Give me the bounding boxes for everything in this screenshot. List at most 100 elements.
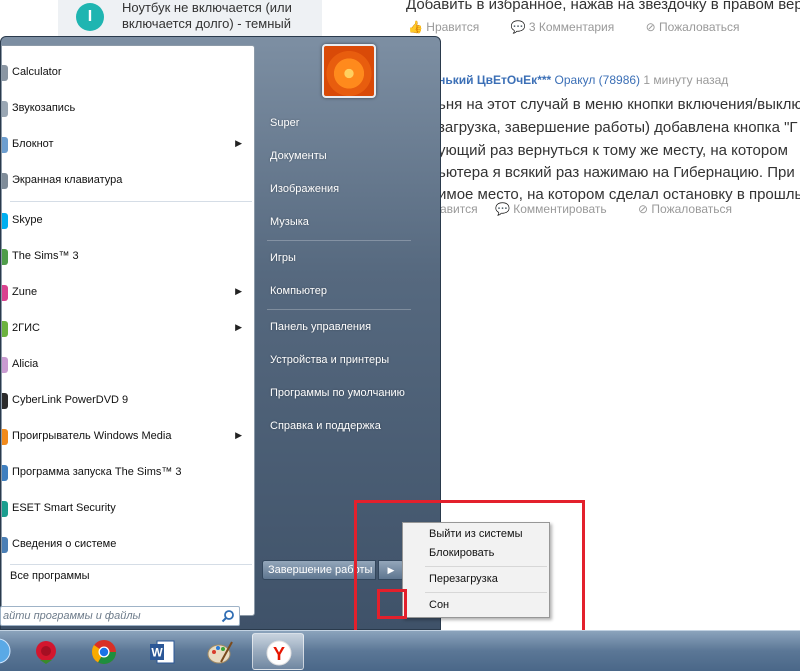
- right-item-games[interactable]: Игры: [270, 252, 296, 264]
- program-item[interactable]: CyberLink PowerDVD 9: [2, 384, 252, 418]
- zune-icon: [2, 285, 8, 301]
- search-box[interactable]: [0, 606, 240, 626]
- start-orb[interactable]: [0, 633, 14, 670]
- program-item[interactable]: Alicia: [2, 348, 252, 382]
- right-item-documents[interactable]: Документы: [270, 150, 327, 162]
- taskbar-item-active[interactable]: Y: [252, 633, 304, 670]
- media-player-icon: [2, 429, 8, 445]
- sims-launcher-icon: [2, 465, 8, 481]
- notification-line-1: Ноутбук не включается (или: [122, 0, 292, 15]
- report-label: Пожаловаться: [658, 20, 740, 34]
- program-item[interactable]: The Sims™ 3: [2, 240, 252, 274]
- program-item[interactable]: 2ГИС ▶: [2, 312, 252, 346]
- taskbar: W Y: [0, 630, 800, 671]
- reply-author-role: Оракул (78986): [554, 73, 641, 87]
- program-item[interactable]: Zune ▶: [2, 276, 252, 310]
- like-link[interactable]: авится: [440, 202, 478, 216]
- reply-text-line: имое место, на котором сделал остановку …: [438, 186, 800, 203]
- highlight-box: [354, 500, 585, 646]
- program-item[interactable]: Блокнот ▶: [2, 128, 252, 162]
- right-item-control-panel[interactable]: Панель управления: [270, 321, 371, 333]
- rose-app-icon: [36, 641, 56, 664]
- start-orb-icon: [0, 638, 11, 664]
- reply-actions: авится 💬 Комментировать ⊘ Пожаловаться: [440, 202, 760, 216]
- search-input[interactable]: [3, 609, 213, 623]
- highlight-box: [377, 589, 407, 619]
- paint-icon: [207, 641, 233, 664]
- program-item[interactable]: ESET Smart Security: [2, 492, 252, 526]
- notification-card[interactable]: I Ноутбук не включается (или включается …: [58, 0, 322, 40]
- report-link[interactable]: ⊘ Пожаловаться: [638, 202, 746, 216]
- taskbar-item[interactable]: [20, 633, 72, 670]
- report-link[interactable]: ⊘ Пожаловаться: [646, 20, 754, 34]
- program-label: Сведения о системе: [12, 538, 117, 550]
- programs-pane: Calculator Звукозапись Блокнот ▶ Экранная…: [0, 45, 255, 626]
- program-item[interactable]: Программа запуска The Sims™ 3: [2, 456, 252, 490]
- right-item-super[interactable]: Super: [270, 117, 299, 129]
- sims-icon: [2, 249, 8, 265]
- program-label: Экранная клавиатура: [12, 174, 123, 186]
- word-icon: W: [150, 640, 175, 664]
- program-item[interactable]: Сведения о системе: [2, 528, 252, 562]
- svg-text:Y: Y: [273, 644, 285, 664]
- right-item-help-support[interactable]: Справка и поддержка: [270, 420, 381, 432]
- 2gis-icon: [2, 321, 8, 337]
- program-label: Zune: [12, 286, 38, 298]
- program-label: Calculator: [12, 66, 62, 78]
- program-item[interactable]: Проигрыватель Windows Media ▶: [2, 420, 252, 454]
- program-label: The Sims™ 3: [12, 250, 79, 262]
- program-label: Звукозапись: [12, 102, 76, 114]
- submenu-arrow-icon: ▶: [235, 430, 242, 440]
- reply-text-line: ьютера я всякий раз нажимаю на Гибернаци…: [438, 164, 795, 181]
- calculator-icon: [2, 65, 8, 81]
- comments-label: 3 Комментария: [528, 20, 615, 34]
- program-label: 2ГИС: [12, 322, 40, 334]
- notification-line-2: включается долго) - темный: [122, 16, 291, 31]
- notification-text: Ноутбук не включается (или включается до…: [122, 0, 322, 32]
- chrome-icon: [91, 640, 116, 665]
- yandex-browser-icon: Y: [266, 640, 292, 666]
- taskbar-item[interactable]: [194, 633, 246, 670]
- all-programs-button[interactable]: Все программы: [10, 570, 89, 582]
- reply-author-name[interactable]: ленький ЦвЕтОчЕк***: [424, 73, 551, 87]
- right-item-computer[interactable]: Компьютер: [270, 285, 327, 297]
- program-label: Программа запуска The Sims™ 3: [12, 466, 182, 478]
- powerdvd-icon: [2, 393, 8, 409]
- like-link[interactable]: 👍 Нравится: [408, 20, 493, 34]
- reply-text-line: ующий раз вернуться к тому же месту, на …: [438, 142, 788, 159]
- submenu-arrow-icon: ▶: [235, 286, 242, 296]
- divider: [10, 564, 252, 565]
- top-comment-text: Добавить в избранное, нажав на звездочку…: [406, 0, 800, 13]
- right-item-default-programs[interactable]: Программы по умолчанию: [270, 387, 405, 399]
- program-item[interactable]: Экранная клавиатура: [2, 164, 252, 198]
- comment-link[interactable]: 💬 Комментировать: [495, 202, 621, 216]
- user-avatar[interactable]: [322, 44, 376, 98]
- info-icon: I: [76, 3, 104, 31]
- program-item[interactable]: Calculator: [2, 56, 252, 90]
- program-label: Alicia: [12, 358, 39, 370]
- divider: [267, 309, 411, 310]
- svg-text:W: W: [151, 646, 163, 660]
- taskbar-item[interactable]: W: [136, 633, 188, 670]
- submenu-arrow-icon: ▶: [235, 138, 242, 148]
- program-item[interactable]: Skype: [2, 204, 252, 238]
- taskbar-item[interactable]: [78, 633, 130, 670]
- alicia-icon: [2, 357, 8, 373]
- search-icon[interactable]: [221, 609, 235, 623]
- skype-icon: [2, 213, 8, 229]
- reply-author-line: ленький ЦвЕтОчЕк*** Оракул (78986) 1 мин…: [424, 73, 728, 87]
- top-comment-actions: 👍 Нравится 💬 3 Комментария ⊘ Пожаловатьс…: [408, 20, 768, 34]
- keyboard-icon: [2, 173, 8, 189]
- right-item-pictures[interactable]: Изображения: [270, 183, 339, 195]
- divider: [267, 240, 411, 241]
- right-item-music[interactable]: Музыка: [270, 216, 309, 228]
- right-item-devices-printers[interactable]: Устройства и принтеры: [270, 354, 389, 366]
- submenu-arrow-icon: ▶: [235, 322, 242, 332]
- like-label: Нравится: [426, 20, 480, 34]
- program-item[interactable]: Звукозапись: [2, 92, 252, 126]
- reply-text-line: загрузка, завершение работы) добавлена к…: [438, 119, 798, 136]
- notepad-icon: [2, 137, 8, 153]
- comments-link[interactable]: 💬 3 Комментария: [511, 20, 629, 34]
- program-label: ESET Smart Security: [12, 502, 116, 514]
- program-label: Проигрыватель Windows Media: [12, 430, 172, 442]
